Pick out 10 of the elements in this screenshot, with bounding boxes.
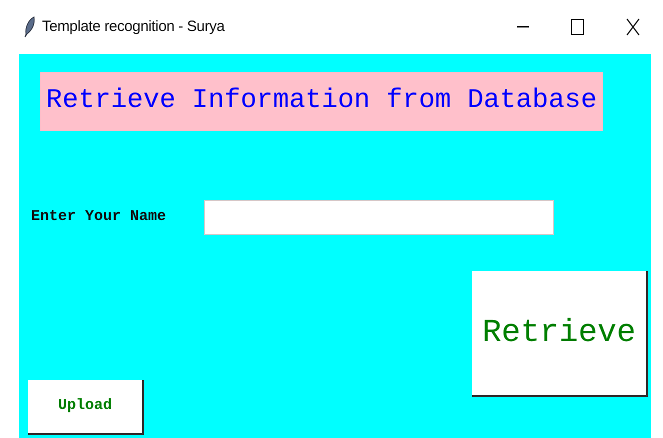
maximize-icon (571, 19, 584, 35)
heading: Retrieve Information from Database (40, 72, 603, 131)
close-icon (626, 18, 640, 36)
upload-button[interactable]: Upload (28, 380, 144, 435)
retrieve-button[interactable]: Retrieve (472, 271, 648, 397)
name-field[interactable] (204, 200, 554, 235)
name-label: Enter Your Name (31, 207, 168, 228)
feather-icon (24, 16, 36, 38)
window-title: Template recognition - Surya (42, 16, 225, 37)
minimize-icon (516, 26, 528, 28)
